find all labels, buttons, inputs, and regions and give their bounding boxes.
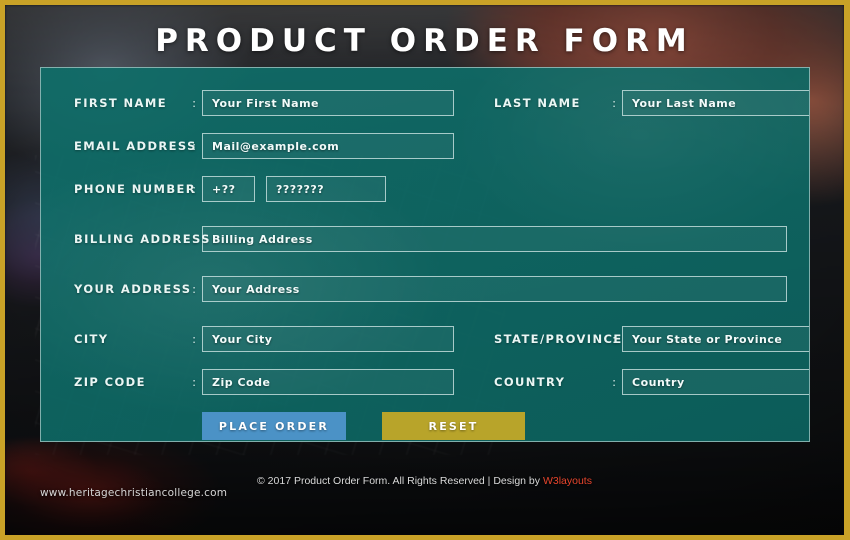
row-billing-address: BILLING ADDRESS :	[74, 226, 787, 252]
row-phone: PHONE NUMBER :	[74, 176, 784, 202]
label-email-address: EMAIL ADDRESS	[74, 139, 197, 153]
row-city-state: CITY : STATE/PROVINCE :	[74, 326, 809, 352]
colon-country: :	[612, 375, 616, 389]
app-stage: PRODUCT ORDER FORM FIRST NAME : LAST NAM…	[5, 5, 844, 535]
label-first-name: FIRST NAME	[74, 96, 167, 110]
label-zip-code: ZIP CODE	[74, 375, 146, 389]
field-group-email: EMAIL ADDRESS :	[74, 133, 454, 159]
order-form: FIRST NAME : LAST NAME : EMAIL ADDRESS :	[41, 68, 809, 440]
page-frame: PRODUCT ORDER FORM FIRST NAME : LAST NAM…	[0, 0, 850, 540]
row-email: EMAIL ADDRESS :	[74, 133, 784, 159]
colon-state-province: :	[612, 332, 616, 346]
last-name-input[interactable]	[622, 90, 809, 116]
zip-code-input[interactable]	[202, 369, 454, 395]
row-name: FIRST NAME : LAST NAME :	[74, 90, 809, 116]
footer: © 2017 Product Order Form. All Rights Re…	[5, 475, 844, 487]
page-title: PRODUCT ORDER FORM	[155, 23, 694, 59]
label-billing-address: BILLING ADDRESS	[74, 232, 211, 246]
field-group-last-name: LAST NAME :	[494, 90, 809, 116]
state-province-input[interactable]	[622, 326, 809, 352]
form-actions: PLACE ORDER RESET	[74, 412, 784, 440]
first-name-input[interactable]	[202, 90, 454, 116]
label-last-name: LAST NAME	[494, 96, 581, 110]
label-your-address: YOUR ADDRESS	[74, 282, 192, 296]
field-group-phone: PHONE NUMBER :	[74, 176, 454, 202]
field-group-first-name: FIRST NAME :	[74, 90, 454, 116]
w3layouts-link[interactable]: W3layouts	[543, 475, 592, 487]
row-zip-country: ZIP CODE : COUNTRY : CountryUnited State…	[74, 369, 809, 395]
row-your-address: YOUR ADDRESS :	[74, 276, 787, 302]
email-input[interactable]	[202, 133, 454, 159]
label-city: CITY	[74, 332, 109, 346]
label-country: COUNTRY	[494, 375, 566, 389]
your-address-input[interactable]	[202, 276, 787, 302]
label-phone-number: PHONE NUMBER	[74, 182, 196, 196]
city-input[interactable]	[202, 326, 454, 352]
billing-address-input[interactable]	[202, 226, 787, 252]
field-group-zip-code: ZIP CODE :	[74, 369, 454, 395]
field-group-state-province: STATE/PROVINCE :	[494, 326, 809, 352]
colon-last-name: :	[612, 96, 616, 110]
colon-your-address: :	[192, 282, 196, 296]
phone-number-input[interactable]	[266, 176, 386, 202]
colon-phone-number: :	[192, 182, 196, 196]
colon-billing-address: :	[192, 232, 196, 246]
country-select[interactable]: CountryUnited StatesUnited KingdomIndiaA…	[622, 369, 809, 395]
reset-button[interactable]: RESET	[382, 412, 525, 440]
colon-first-name: :	[192, 96, 196, 110]
place-order-button[interactable]: PLACE ORDER	[202, 412, 346, 440]
label-state-province: STATE/PROVINCE	[494, 332, 623, 346]
field-group-country: COUNTRY : CountryUnited StatesUnited Kin…	[494, 369, 809, 395]
field-group-city: CITY :	[74, 326, 454, 352]
country-select-wrapper: CountryUnited StatesUnited KingdomIndiaA…	[622, 369, 809, 395]
phone-country-code-input[interactable]	[202, 176, 255, 202]
colon-city: :	[192, 332, 196, 346]
colon-email-address: :	[192, 139, 196, 153]
footer-copyright: © 2017 Product Order Form. All Rights Re…	[257, 475, 543, 487]
site-watermark: www.heritagechristiancollege.com	[40, 487, 228, 499]
colon-zip-code: :	[192, 375, 196, 389]
order-form-panel: FIRST NAME : LAST NAME : EMAIL ADDRESS :	[40, 67, 810, 442]
